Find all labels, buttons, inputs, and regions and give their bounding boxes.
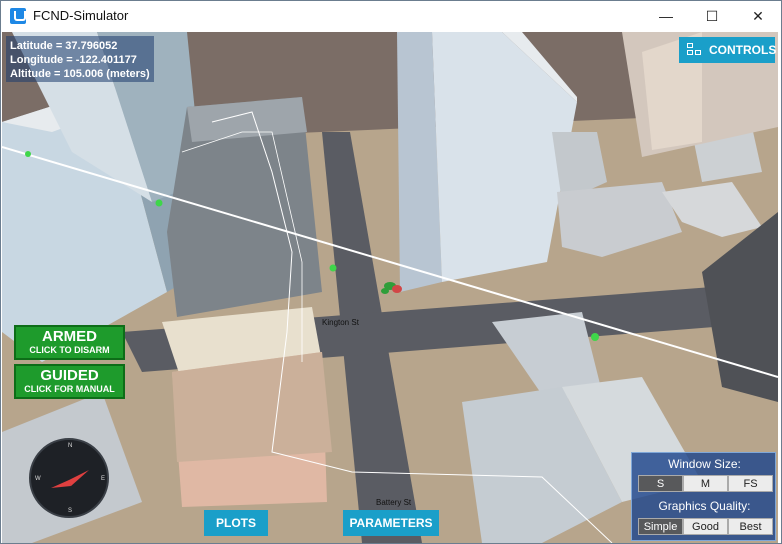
maximize-button[interactable]: ☐ bbox=[689, 1, 735, 32]
parameters-button[interactable]: PARAMETERS bbox=[343, 510, 439, 536]
guided-manual-button[interactable]: GUIDED CLICK FOR MANUAL bbox=[14, 364, 125, 399]
app-logo-icon bbox=[10, 8, 26, 24]
window-title: FCND-Simulator bbox=[33, 8, 129, 23]
settings-panel: Window Size: S M FS Graphics Quality: Si… bbox=[631, 452, 776, 541]
longitude-readout: Longitude = -122.401177 bbox=[10, 54, 137, 66]
quality-best[interactable]: Best bbox=[728, 518, 773, 535]
altitude-readout: Altitude = 105.006 (meters) bbox=[10, 68, 150, 80]
controls-label: CONTROLS bbox=[709, 43, 777, 57]
waypoint bbox=[591, 333, 599, 341]
street-label: Battery St bbox=[376, 498, 412, 507]
window-size-fullscreen[interactable]: FS bbox=[728, 475, 773, 492]
title-bar[interactable]: FCND-Simulator — ☐ ✕ bbox=[1, 1, 781, 32]
compass-widget: N S E W bbox=[29, 438, 109, 518]
arm-disarm-button[interactable]: ARMED CLICK TO DISARM bbox=[14, 325, 125, 360]
guided-label: GUIDED bbox=[40, 367, 99, 384]
armed-label: ARMED bbox=[42, 328, 97, 345]
guided-sublabel: CLICK FOR MANUAL bbox=[24, 384, 115, 394]
window-size-label: Window Size: bbox=[668, 457, 741, 471]
street-label: Kington St bbox=[322, 318, 359, 327]
simulator-viewport[interactable]: Kington St Battery St Latitude = 37.7960… bbox=[2, 32, 778, 543]
graphics-quality-label: Graphics Quality: bbox=[658, 499, 751, 513]
grid-icon bbox=[687, 43, 703, 57]
simulator-window: FCND-Simulator — ☐ ✕ Kington St Battery … bbox=[0, 0, 782, 544]
quality-good[interactable]: Good bbox=[683, 518, 728, 535]
window-size-medium[interactable]: M bbox=[683, 475, 728, 492]
minimize-button[interactable]: — bbox=[643, 1, 689, 32]
close-button[interactable]: ✕ bbox=[735, 1, 781, 32]
controls-button[interactable]: CONTROLS bbox=[679, 37, 777, 63]
waypoint bbox=[329, 264, 337, 272]
quality-simple[interactable]: Simple bbox=[638, 518, 683, 535]
plots-button[interactable]: PLOTS bbox=[204, 510, 268, 536]
waypoint bbox=[155, 199, 163, 207]
waypoint bbox=[25, 151, 31, 157]
window-size-small[interactable]: S bbox=[638, 475, 683, 492]
compass-needle-icon bbox=[51, 470, 89, 488]
telemetry-readout: Latitude = 37.796052 Longitude = -122.40… bbox=[6, 36, 154, 82]
armed-sublabel: CLICK TO DISARM bbox=[29, 345, 110, 355]
latitude-readout: Latitude = 37.796052 bbox=[10, 40, 118, 52]
